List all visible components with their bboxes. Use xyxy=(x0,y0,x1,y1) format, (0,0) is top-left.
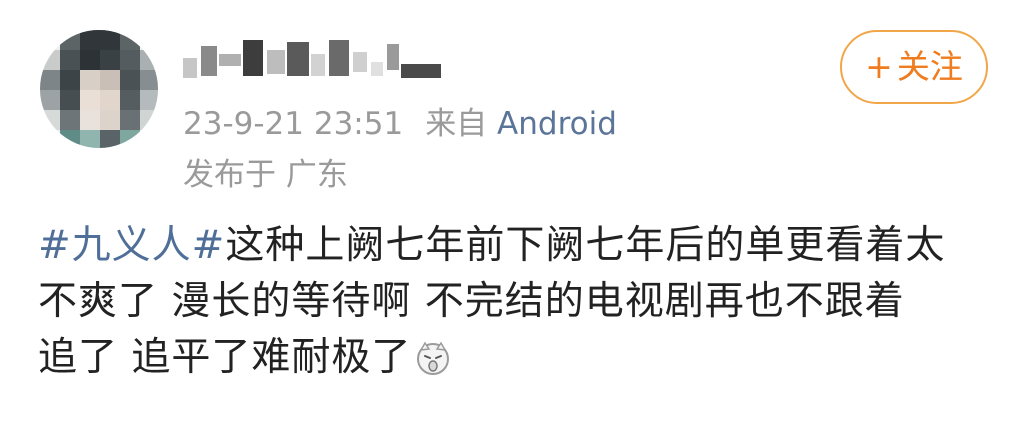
post-location: 发布于 广东 xyxy=(183,157,348,193)
post-meta: 23-9-21 23:51 来自 Android xyxy=(183,104,617,144)
avatar[interactable] xyxy=(40,30,158,148)
content-line-3-text: 追了 追平了难耐极了 xyxy=(38,335,412,380)
content-line-3: 追了 追平了难耐极了 xyxy=(38,330,998,386)
post-content: #九义人#这种上阙七年前下阙七年后的单更看着太 不爽了 漫长的等待啊 不完结的电… xyxy=(38,218,998,386)
follow-button[interactable]: + 关注 xyxy=(840,30,988,104)
post-timestamp: 23-9-21 23:51 xyxy=(183,106,404,142)
username-blurred[interactable] xyxy=(183,40,453,84)
sad-face-emoji-icon xyxy=(415,340,451,376)
plus-icon: + xyxy=(865,47,893,86)
follow-button-label: 关注 xyxy=(896,47,963,86)
weibo-post: 23-9-21 23:51 来自 Android 发布于 广东 + 关注 #九义人#… xyxy=(0,0,1024,446)
post-source-link[interactable]: Android xyxy=(497,106,617,142)
content-line-2: 不爽了 漫长的等待啊 不完结的电视剧再也不跟着 xyxy=(38,279,905,324)
content-line-1-text: 这种上阙七年前下阙七年后的单更看着太 xyxy=(225,223,946,268)
topic-hashtag-link[interactable]: #九义人# xyxy=(38,223,225,268)
source-prefix: 来自 xyxy=(425,106,488,142)
content-line-1: #九义人#这种上阙七年前下阙七年后的单更看着太 xyxy=(38,218,998,274)
